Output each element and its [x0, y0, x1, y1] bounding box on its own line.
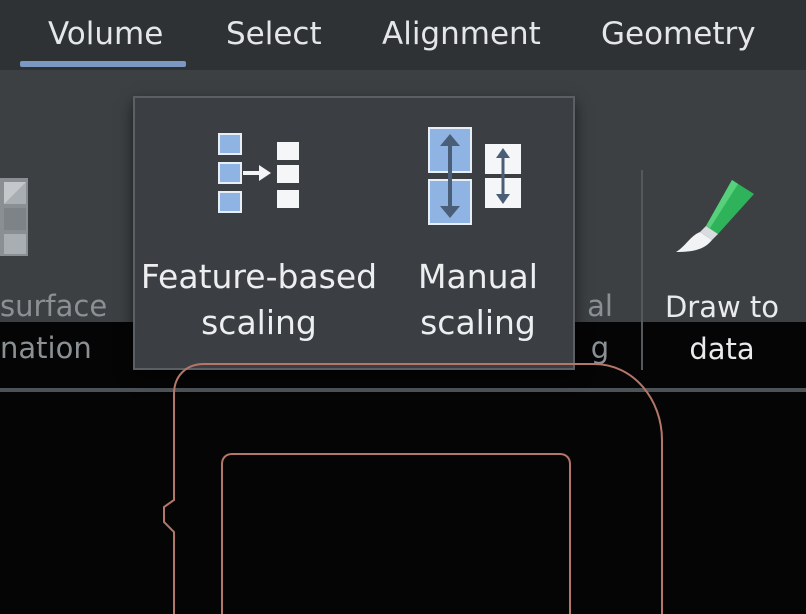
left-tool-label[interactable]: surface [0, 286, 107, 326]
tab-volume[interactable]: Volume [48, 14, 163, 54]
paintbrush-icon[interactable] [672, 174, 764, 256]
active-tab-indicator [20, 61, 186, 67]
menu-tab-bar: Volume Select Alignment Geometry [0, 0, 806, 70]
tab-select[interactable]: Select [226, 14, 322, 54]
tab-alignment[interactable]: Alignment [382, 14, 541, 54]
volume-grid-icon[interactable] [0, 178, 30, 258]
manual-scaling-icon [428, 127, 521, 225]
viewport-canvas[interactable] [0, 322, 806, 614]
inner-outline [221, 453, 571, 614]
hidden-tool-label[interactable]: al [580, 286, 620, 326]
outer-outline [163, 363, 663, 614]
tab-geometry[interactable]: Geometry [601, 14, 756, 54]
feature-based-scaling-icon [218, 133, 299, 213]
